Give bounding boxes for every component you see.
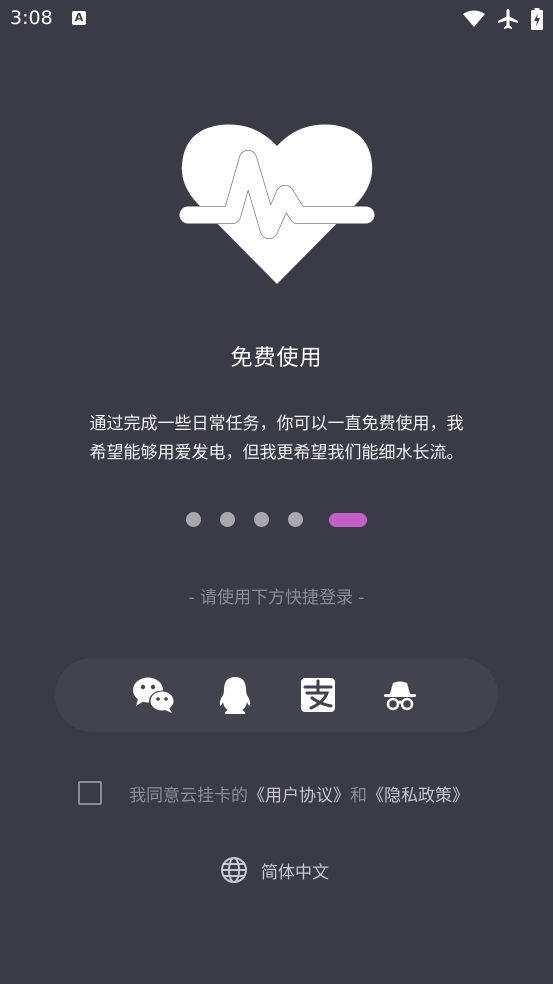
heart-pulse-icon xyxy=(176,124,378,284)
incognito-login-button[interactable] xyxy=(378,675,422,715)
page-dot-3[interactable] xyxy=(253,512,269,527)
quick-login-bar xyxy=(55,658,498,732)
page-description: 通过完成一些日常任务，你可以一直免费使用，我 希望能够用爱发电，但我更希望我们能… xyxy=(40,410,513,468)
description-line: 希望能够用爱发电，但我更希望我们能细水长流。 xyxy=(89,443,464,463)
qq-login-button[interactable] xyxy=(213,675,257,715)
language-label: 简体中文 xyxy=(261,862,329,883)
alipay-icon xyxy=(301,678,335,712)
page-dot-2[interactable] xyxy=(219,512,235,527)
quick-login-hint: - 请使用下方快捷登录 - xyxy=(188,588,365,608)
status-bar: 3:08 A xyxy=(0,0,553,38)
wechat-login-button[interactable] xyxy=(132,675,176,715)
agreement-and: 和 xyxy=(350,785,367,806)
agreement-checkbox[interactable] xyxy=(78,781,102,805)
wifi-icon xyxy=(463,10,485,27)
page-dot-5-active[interactable] xyxy=(329,512,368,527)
alipay-login-button[interactable] xyxy=(295,675,339,715)
page-title: 免费使用 xyxy=(230,346,323,371)
airplane-icon xyxy=(498,9,518,29)
page-dot-1[interactable] xyxy=(185,512,201,527)
globe-icon xyxy=(221,857,247,883)
notification-icon: A xyxy=(72,11,86,25)
language-selector[interactable]: 简体中文 xyxy=(220,856,329,884)
page-indicator xyxy=(0,512,553,527)
status-icons xyxy=(463,8,543,30)
qq-icon xyxy=(219,677,251,714)
incognito-icon xyxy=(384,681,416,711)
user-agreement-link[interactable]: 《用户协议》 xyxy=(248,781,350,806)
status-time: 3:08 xyxy=(10,7,53,29)
battery-charging-icon xyxy=(531,8,543,30)
wechat-icon xyxy=(133,677,175,713)
agreement-row: 我同意云挂卡的 《用户协议》 和 《隐私政策》 xyxy=(78,779,469,807)
page-dot-4[interactable] xyxy=(287,512,303,527)
privacy-policy-link[interactable]: 《隐私政策》 xyxy=(367,781,469,806)
description-line: 通过完成一些日常任务，你可以一直免费使用，我 xyxy=(89,414,464,434)
agreement-prefix: 我同意云挂卡的 xyxy=(129,785,248,806)
